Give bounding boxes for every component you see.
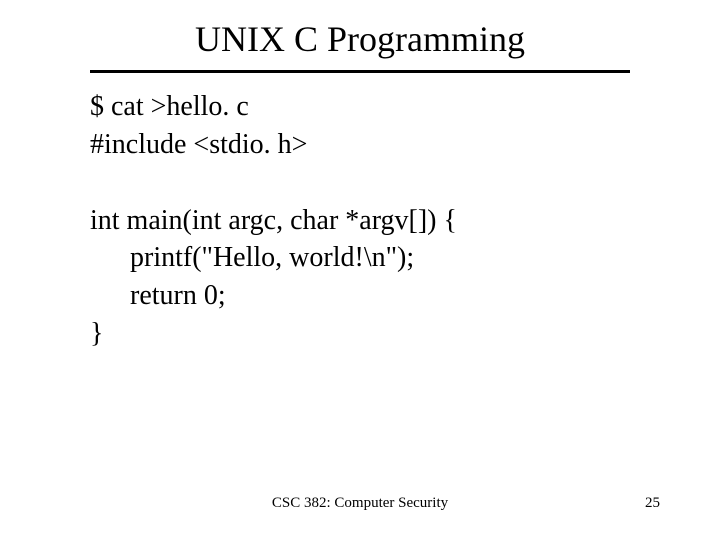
- code-block: $ cat >hello. c #include <stdio. h> int …: [90, 88, 630, 353]
- blank-line: [90, 164, 630, 202]
- code-line: $ cat >hello. c: [90, 88, 630, 126]
- code-line: }: [90, 315, 630, 353]
- code-line: printf("Hello, world!\n");: [90, 239, 630, 277]
- code-line: int main(int argc, char *argv[]) {: [90, 202, 630, 240]
- title-underline: [90, 70, 630, 73]
- code-line: #include <stdio. h>: [90, 126, 630, 164]
- code-line: return 0;: [90, 277, 630, 315]
- footer-course: CSC 382: Computer Security: [0, 495, 720, 512]
- slide-title: UNIX C Programming: [0, 18, 720, 60]
- slide: UNIX C Programming $ cat >hello. c #incl…: [0, 0, 720, 540]
- footer-page-number: 25: [645, 495, 660, 512]
